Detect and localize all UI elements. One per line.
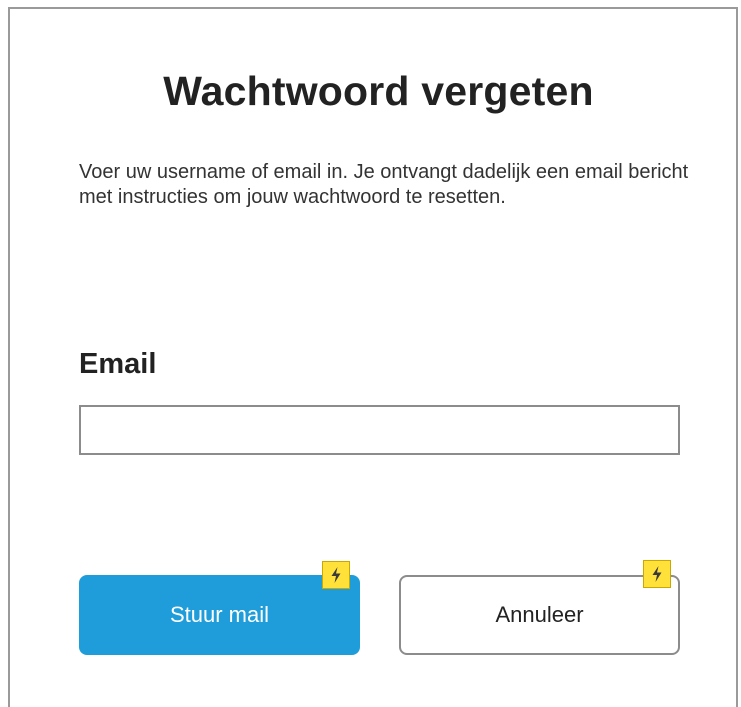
email-label: Email	[79, 348, 157, 380]
cancel-button[interactable]: Annuleer	[399, 575, 680, 655]
lightning-bolt-icon	[322, 561, 350, 589]
instructions-text: Voer uw username of email in. Je ontvang…	[79, 161, 689, 208]
lightning-bolt-icon	[643, 560, 671, 588]
send-mail-button[interactable]: Stuur mail	[79, 575, 360, 655]
email-field[interactable]	[79, 405, 680, 455]
page-title: Wachtwoord vergeten	[163, 68, 594, 114]
